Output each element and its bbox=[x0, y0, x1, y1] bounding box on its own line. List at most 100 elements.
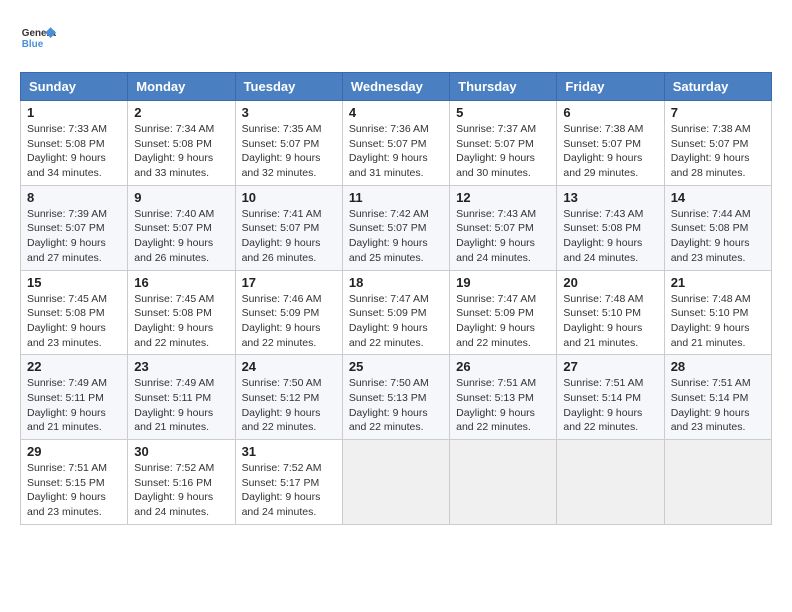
calendar-day-cell: 30 Sunrise: 7:52 AM Sunset: 5:16 PM Dayl… bbox=[128, 440, 235, 525]
day-number: 5 bbox=[456, 105, 550, 120]
day-number: 23 bbox=[134, 359, 228, 374]
day-info: Sunrise: 7:37 AM Sunset: 5:07 PM Dayligh… bbox=[456, 122, 550, 181]
calendar-week-row: 15 Sunrise: 7:45 AM Sunset: 5:08 PM Dayl… bbox=[21, 270, 772, 355]
day-number: 27 bbox=[563, 359, 657, 374]
day-info: Sunrise: 7:34 AM Sunset: 5:08 PM Dayligh… bbox=[134, 122, 228, 181]
calendar-header: SundayMondayTuesdayWednesdayThursdayFrid… bbox=[21, 73, 772, 101]
day-number: 20 bbox=[563, 275, 657, 290]
day-number: 8 bbox=[27, 190, 121, 205]
day-number: 29 bbox=[27, 444, 121, 459]
calendar-day-cell: 13 Sunrise: 7:43 AM Sunset: 5:08 PM Dayl… bbox=[557, 185, 664, 270]
calendar-day-cell: 27 Sunrise: 7:51 AM Sunset: 5:14 PM Dayl… bbox=[557, 355, 664, 440]
day-number: 18 bbox=[349, 275, 443, 290]
day-info: Sunrise: 7:43 AM Sunset: 5:07 PM Dayligh… bbox=[456, 207, 550, 266]
day-info: Sunrise: 7:45 AM Sunset: 5:08 PM Dayligh… bbox=[134, 292, 228, 351]
calendar-body: 1 Sunrise: 7:33 AM Sunset: 5:08 PM Dayli… bbox=[21, 101, 772, 525]
calendar-header-cell: Saturday bbox=[664, 73, 771, 101]
calendar-day-cell: 12 Sunrise: 7:43 AM Sunset: 5:07 PM Dayl… bbox=[450, 185, 557, 270]
day-number: 12 bbox=[456, 190, 550, 205]
day-info: Sunrise: 7:51 AM Sunset: 5:14 PM Dayligh… bbox=[671, 376, 765, 435]
calendar-day-cell: 20 Sunrise: 7:48 AM Sunset: 5:10 PM Dayl… bbox=[557, 270, 664, 355]
calendar-day-cell: 11 Sunrise: 7:42 AM Sunset: 5:07 PM Dayl… bbox=[342, 185, 449, 270]
calendar-week-row: 1 Sunrise: 7:33 AM Sunset: 5:08 PM Dayli… bbox=[21, 101, 772, 186]
day-info: Sunrise: 7:48 AM Sunset: 5:10 PM Dayligh… bbox=[671, 292, 765, 351]
calendar-header-cell: Monday bbox=[128, 73, 235, 101]
day-number: 14 bbox=[671, 190, 765, 205]
day-number: 10 bbox=[242, 190, 336, 205]
calendar-day-cell: 15 Sunrise: 7:45 AM Sunset: 5:08 PM Dayl… bbox=[21, 270, 128, 355]
calendar-day-cell: 8 Sunrise: 7:39 AM Sunset: 5:07 PM Dayli… bbox=[21, 185, 128, 270]
day-info: Sunrise: 7:51 AM Sunset: 5:13 PM Dayligh… bbox=[456, 376, 550, 435]
calendar-day-cell: 10 Sunrise: 7:41 AM Sunset: 5:07 PM Dayl… bbox=[235, 185, 342, 270]
calendar-day-cell: 25 Sunrise: 7:50 AM Sunset: 5:13 PM Dayl… bbox=[342, 355, 449, 440]
day-number: 17 bbox=[242, 275, 336, 290]
day-info: Sunrise: 7:50 AM Sunset: 5:13 PM Dayligh… bbox=[349, 376, 443, 435]
day-number: 16 bbox=[134, 275, 228, 290]
day-info: Sunrise: 7:47 AM Sunset: 5:09 PM Dayligh… bbox=[456, 292, 550, 351]
day-number: 6 bbox=[563, 105, 657, 120]
calendar-day-cell: 29 Sunrise: 7:51 AM Sunset: 5:15 PM Dayl… bbox=[21, 440, 128, 525]
calendar-day-cell: 26 Sunrise: 7:51 AM Sunset: 5:13 PM Dayl… bbox=[450, 355, 557, 440]
calendar-week-row: 8 Sunrise: 7:39 AM Sunset: 5:07 PM Dayli… bbox=[21, 185, 772, 270]
calendar-day-cell: 31 Sunrise: 7:52 AM Sunset: 5:17 PM Dayl… bbox=[235, 440, 342, 525]
calendar-week-row: 29 Sunrise: 7:51 AM Sunset: 5:15 PM Dayl… bbox=[21, 440, 772, 525]
day-info: Sunrise: 7:49 AM Sunset: 5:11 PM Dayligh… bbox=[134, 376, 228, 435]
calendar-header-cell: Sunday bbox=[21, 73, 128, 101]
day-info: Sunrise: 7:42 AM Sunset: 5:07 PM Dayligh… bbox=[349, 207, 443, 266]
day-info: Sunrise: 7:47 AM Sunset: 5:09 PM Dayligh… bbox=[349, 292, 443, 351]
day-number: 22 bbox=[27, 359, 121, 374]
calendar-day-cell: 6 Sunrise: 7:38 AM Sunset: 5:07 PM Dayli… bbox=[557, 101, 664, 186]
day-number: 11 bbox=[349, 190, 443, 205]
calendar-day-cell: 1 Sunrise: 7:33 AM Sunset: 5:08 PM Dayli… bbox=[21, 101, 128, 186]
calendar-day-cell: 19 Sunrise: 7:47 AM Sunset: 5:09 PM Dayl… bbox=[450, 270, 557, 355]
logo: General Blue bbox=[20, 20, 56, 56]
calendar-day-cell: 28 Sunrise: 7:51 AM Sunset: 5:14 PM Dayl… bbox=[664, 355, 771, 440]
day-number: 15 bbox=[27, 275, 121, 290]
day-number: 19 bbox=[456, 275, 550, 290]
logo-icon: General Blue bbox=[20, 20, 56, 56]
day-number: 1 bbox=[27, 105, 121, 120]
day-number: 26 bbox=[456, 359, 550, 374]
calendar-header-cell: Thursday bbox=[450, 73, 557, 101]
day-info: Sunrise: 7:48 AM Sunset: 5:10 PM Dayligh… bbox=[563, 292, 657, 351]
calendar-day-cell: 9 Sunrise: 7:40 AM Sunset: 5:07 PM Dayli… bbox=[128, 185, 235, 270]
calendar-day-cell bbox=[664, 440, 771, 525]
day-info: Sunrise: 7:52 AM Sunset: 5:17 PM Dayligh… bbox=[242, 461, 336, 520]
calendar-header-cell: Friday bbox=[557, 73, 664, 101]
day-info: Sunrise: 7:43 AM Sunset: 5:08 PM Dayligh… bbox=[563, 207, 657, 266]
calendar-day-cell: 3 Sunrise: 7:35 AM Sunset: 5:07 PM Dayli… bbox=[235, 101, 342, 186]
day-info: Sunrise: 7:35 AM Sunset: 5:07 PM Dayligh… bbox=[242, 122, 336, 181]
day-number: 13 bbox=[563, 190, 657, 205]
calendar-day-cell bbox=[450, 440, 557, 525]
day-number: 24 bbox=[242, 359, 336, 374]
day-info: Sunrise: 7:50 AM Sunset: 5:12 PM Dayligh… bbox=[242, 376, 336, 435]
day-info: Sunrise: 7:45 AM Sunset: 5:08 PM Dayligh… bbox=[27, 292, 121, 351]
day-number: 4 bbox=[349, 105, 443, 120]
day-number: 21 bbox=[671, 275, 765, 290]
page-header: General Blue bbox=[20, 20, 772, 56]
day-number: 25 bbox=[349, 359, 443, 374]
day-info: Sunrise: 7:36 AM Sunset: 5:07 PM Dayligh… bbox=[349, 122, 443, 181]
day-info: Sunrise: 7:40 AM Sunset: 5:07 PM Dayligh… bbox=[134, 207, 228, 266]
calendar-day-cell: 16 Sunrise: 7:45 AM Sunset: 5:08 PM Dayl… bbox=[128, 270, 235, 355]
day-number: 2 bbox=[134, 105, 228, 120]
day-info: Sunrise: 7:46 AM Sunset: 5:09 PM Dayligh… bbox=[242, 292, 336, 351]
calendar-day-cell bbox=[342, 440, 449, 525]
day-number: 7 bbox=[671, 105, 765, 120]
day-number: 31 bbox=[242, 444, 336, 459]
calendar-header-cell: Wednesday bbox=[342, 73, 449, 101]
calendar-day-cell: 5 Sunrise: 7:37 AM Sunset: 5:07 PM Dayli… bbox=[450, 101, 557, 186]
day-info: Sunrise: 7:39 AM Sunset: 5:07 PM Dayligh… bbox=[27, 207, 121, 266]
calendar-day-cell bbox=[557, 440, 664, 525]
day-number: 9 bbox=[134, 190, 228, 205]
calendar-day-cell: 23 Sunrise: 7:49 AM Sunset: 5:11 PM Dayl… bbox=[128, 355, 235, 440]
day-number: 28 bbox=[671, 359, 765, 374]
calendar-day-cell: 18 Sunrise: 7:47 AM Sunset: 5:09 PM Dayl… bbox=[342, 270, 449, 355]
calendar-day-cell: 24 Sunrise: 7:50 AM Sunset: 5:12 PM Dayl… bbox=[235, 355, 342, 440]
day-info: Sunrise: 7:44 AM Sunset: 5:08 PM Dayligh… bbox=[671, 207, 765, 266]
day-info: Sunrise: 7:38 AM Sunset: 5:07 PM Dayligh… bbox=[671, 122, 765, 181]
day-info: Sunrise: 7:52 AM Sunset: 5:16 PM Dayligh… bbox=[134, 461, 228, 520]
calendar-day-cell: 4 Sunrise: 7:36 AM Sunset: 5:07 PM Dayli… bbox=[342, 101, 449, 186]
day-info: Sunrise: 7:33 AM Sunset: 5:08 PM Dayligh… bbox=[27, 122, 121, 181]
calendar-day-cell: 22 Sunrise: 7:49 AM Sunset: 5:11 PM Dayl… bbox=[21, 355, 128, 440]
